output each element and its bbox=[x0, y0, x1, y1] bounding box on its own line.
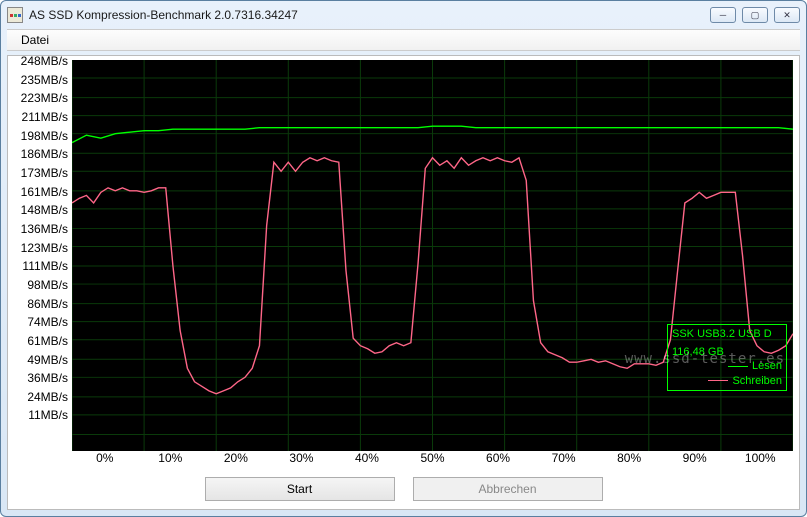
button-row: Start Abbrechen bbox=[8, 469, 799, 509]
close-button[interactable]: ✕ bbox=[774, 7, 800, 23]
y-tick-label: 49MB/s bbox=[8, 353, 72, 372]
x-tick-label: 70% bbox=[531, 451, 597, 469]
y-tick-label: 248MB/s bbox=[8, 54, 72, 73]
chart: 248MB/s235MB/s223MB/s211MB/s198MB/s186MB… bbox=[8, 56, 799, 451]
x-tick-label: 50% bbox=[400, 451, 466, 469]
maximize-button[interactable]: ▢ bbox=[742, 7, 768, 23]
x-tick-label: 80% bbox=[596, 451, 662, 469]
start-button[interactable]: Start bbox=[205, 477, 395, 501]
y-tick-label: 211MB/s bbox=[8, 110, 72, 129]
plot-area: SSK USB3.2 USB D 116,48 GB Lesen Schreib… bbox=[72, 60, 793, 451]
x-tick-label: 20% bbox=[203, 451, 269, 469]
y-tick-label: 24MB/s bbox=[8, 390, 72, 409]
window-title: AS SSD Kompression-Benchmark 2.0.7316.34… bbox=[29, 8, 710, 22]
y-tick-label: 111MB/s bbox=[8, 259, 72, 278]
y-tick-label: 11MB/s bbox=[8, 408, 72, 427]
y-tick-label: 98MB/s bbox=[8, 278, 72, 297]
content-area: 248MB/s235MB/s223MB/s211MB/s198MB/s186MB… bbox=[7, 55, 800, 510]
y-tick-label: 235MB/s bbox=[8, 73, 72, 92]
menu-file[interactable]: Datei bbox=[15, 31, 55, 49]
y-tick-label: 223MB/s bbox=[8, 91, 72, 110]
y-tick-label: 173MB/s bbox=[8, 166, 72, 185]
x-tick-label: 100% bbox=[727, 451, 793, 469]
titlebar: AS SSD Kompression-Benchmark 2.0.7316.34… bbox=[1, 1, 806, 29]
y-tick-label: 123MB/s bbox=[8, 241, 72, 260]
y-axis: 248MB/s235MB/s223MB/s211MB/s198MB/s186MB… bbox=[8, 56, 72, 451]
y-tick-label: 61MB/s bbox=[8, 334, 72, 353]
y-tick-label: 198MB/s bbox=[8, 129, 72, 148]
x-tick-label: 0% bbox=[72, 451, 138, 469]
y-tick-label: 136MB/s bbox=[8, 222, 72, 241]
x-axis: 0%10%20%30%40%50%60%70%80%90%100% bbox=[8, 451, 799, 469]
x-tick-label: 90% bbox=[662, 451, 728, 469]
y-tick-label: 74MB/s bbox=[8, 315, 72, 334]
window-controls: ─ ▢ ✕ bbox=[710, 7, 800, 23]
y-tick-label: 148MB/s bbox=[8, 203, 72, 222]
y-tick-label: 86MB/s bbox=[8, 297, 72, 316]
x-tick-label: 10% bbox=[138, 451, 204, 469]
menubar: Datei bbox=[7, 29, 800, 51]
app-window: AS SSD Kompression-Benchmark 2.0.7316.34… bbox=[0, 0, 807, 517]
cancel-button[interactable]: Abbrechen bbox=[413, 477, 603, 501]
x-tick-label: 60% bbox=[465, 451, 531, 469]
y-tick-label: 186MB/s bbox=[8, 147, 72, 166]
x-tick-label: 30% bbox=[269, 451, 335, 469]
x-tick-label: 40% bbox=[334, 451, 400, 469]
y-tick-label: 36MB/s bbox=[8, 371, 72, 390]
minimize-button[interactable]: ─ bbox=[710, 7, 736, 23]
plot-svg bbox=[72, 60, 793, 451]
y-tick-label: 161MB/s bbox=[8, 185, 72, 204]
app-icon bbox=[7, 7, 23, 23]
